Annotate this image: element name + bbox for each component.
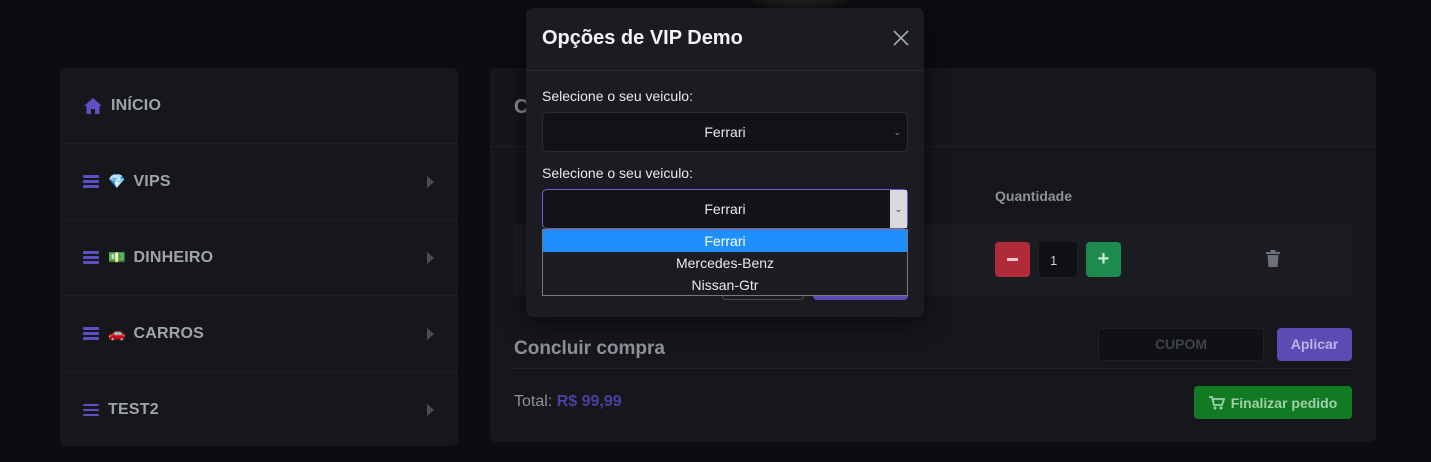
chevron-right-icon — [427, 175, 434, 188]
minus-icon — [1007, 258, 1018, 261]
vehicle-label-2: Selecione o seu veiculo: — [542, 165, 693, 181]
vehicle-dropdown-list: Ferrari Mercedes-Benz Nissan-Gtr — [542, 229, 908, 296]
cart-icon — [1208, 395, 1225, 409]
checkout-title: Concluir compra — [514, 338, 665, 359]
checkout-label: Finalizar pedido — [1230, 394, 1338, 411]
total: Total: R$ 99,99 — [514, 393, 622, 411]
sidebar-item-label: CARROS — [133, 324, 204, 342]
chevron-down-icon: ⌄ — [890, 190, 907, 228]
dropdown-option[interactable]: Mercedes-Benz — [543, 252, 907, 274]
menu-icon — [83, 327, 99, 340]
select-value: Ferrari — [704, 201, 746, 217]
sidebar-item-label: TEST2 — [108, 401, 159, 418]
vehicle-select-2[interactable]: Ferrari ⌄ — [542, 189, 908, 229]
divider — [526, 70, 924, 71]
divider — [514, 368, 1352, 369]
sidebar-item-label: INÍCIO — [111, 96, 162, 114]
total-label: Total: — [514, 393, 553, 410]
sidebar-item-dinheiro[interactable]: 💵 DINHEIRO — [60, 220, 458, 296]
menu-icon — [83, 251, 99, 264]
plus-icon: + — [1097, 248, 1110, 270]
sidebar-item-label: DINHEIRO — [133, 248, 214, 266]
chevron-down-icon: ⌄ — [893, 127, 901, 137]
sidebar-item-test2[interactable]: TEST2 — [60, 372, 458, 448]
modal-title: Opções de VIP Demo — [542, 27, 743, 49]
quantity-input[interactable]: 1 — [1038, 241, 1078, 278]
apply-coupon-button[interactable]: Aplicar — [1277, 328, 1352, 361]
dropdown-option[interactable]: Nissan-Gtr — [543, 274, 907, 296]
increase-button[interactable]: + — [1086, 242, 1121, 277]
coupon-input[interactable]: CUPOM — [1098, 328, 1264, 361]
sidebar-item-inicio[interactable]: INÍCIO — [60, 68, 458, 144]
chevron-right-icon — [427, 251, 434, 264]
menu-icon — [83, 175, 99, 188]
decrease-button[interactable] — [995, 242, 1030, 277]
quantity-header: Quantidade — [995, 188, 1073, 204]
chevron-right-icon — [427, 327, 434, 340]
close-icon[interactable] — [893, 30, 909, 46]
diamond-icon: 💎 — [108, 173, 126, 189]
checkout-button[interactable]: Finalizar pedido — [1194, 386, 1352, 419]
menu-icon — [83, 403, 99, 417]
sidebar-item-vips[interactable]: 💎 VIPS — [60, 144, 458, 220]
dropdown-option[interactable]: Ferrari — [543, 230, 907, 252]
sidebar-item-carros[interactable]: 🚗 CARROS — [60, 296, 458, 372]
sidebar-item-label: VIPS — [133, 172, 171, 190]
vehicle-select-1[interactable]: Ferrari ⌄ — [542, 112, 908, 152]
vehicle-label-1: Selecione o seu veiculo: — [542, 88, 693, 104]
car-icon: 🚗 — [108, 325, 126, 341]
total-value: R$ 99,99 — [556, 393, 622, 410]
sidebar: INÍCIO 💎 VIPS 💵 DINHEIRO 🚗 CARROS TEST2 — [60, 68, 458, 446]
select-value: Ferrari — [704, 124, 746, 140]
money-icon: 💵 — [108, 249, 126, 265]
trash-icon[interactable] — [1266, 250, 1280, 267]
chevron-right-icon — [427, 404, 434, 416]
home-icon — [83, 97, 103, 115]
